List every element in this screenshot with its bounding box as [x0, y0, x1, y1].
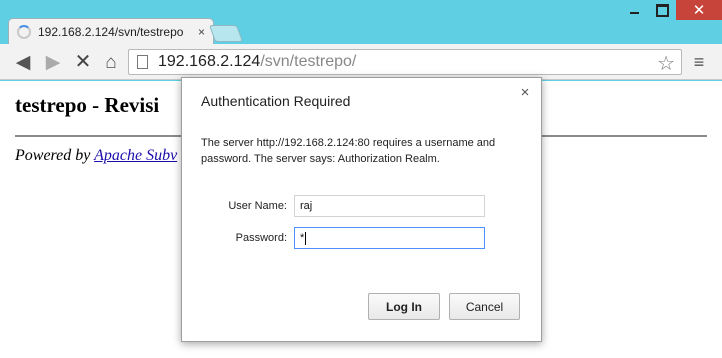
minimize-button[interactable]: [620, 0, 648, 20]
login-button[interactable]: Log In: [368, 293, 440, 320]
url-path: /svn/testrepo/: [260, 53, 357, 70]
home-icon[interactable]: ⌂: [100, 52, 122, 72]
stop-loading-icon[interactable]: ✕: [72, 52, 94, 72]
username-field[interactable]: raj: [294, 195, 485, 217]
maximize-button[interactable]: [648, 0, 676, 20]
browser-toolbar: ◀ ▶ ✕ ⌂ 192.168.2.124/svn/testrepo/ ☆ ≡: [0, 44, 722, 80]
powered-by-prefix: Powered by: [15, 147, 95, 164]
cancel-button[interactable]: Cancel: [449, 293, 520, 320]
url-host: 192.168.2.124: [158, 53, 261, 70]
window-controls: ✕: [620, 0, 722, 24]
dialog-close-icon[interactable]: ×: [518, 84, 532, 101]
tab-close-icon[interactable]: ×: [198, 25, 205, 39]
username-value: raj: [300, 200, 313, 212]
dialog-message: The server http://192.168.2.124:80 requi…: [201, 137, 496, 165]
window-close-button[interactable]: ✕: [676, 0, 722, 20]
password-field[interactable]: *: [294, 227, 485, 249]
text-caret: [305, 231, 307, 245]
bookmark-star-icon[interactable]: ☆: [657, 51, 675, 76]
forward-arrow-icon[interactable]: ▶: [42, 52, 64, 72]
browser-tab[interactable]: 192.168.2.124/svn/testrepo ×: [8, 18, 214, 44]
new-tab-button[interactable]: [208, 25, 244, 42]
apache-subversion-link[interactable]: Apache Subv: [94, 147, 177, 164]
tab-title: 192.168.2.124/svn/testrepo: [38, 24, 184, 39]
username-row: User Name: raj: [182, 195, 485, 217]
password-row: Password: *: [182, 227, 485, 249]
page-heading: testrepo - Revisi: [15, 93, 160, 117]
dialog-title: Authentication Required: [201, 93, 351, 109]
loading-spinner-icon: [17, 24, 31, 39]
address-bar[interactable]: 192.168.2.124/svn/testrepo/ ☆: [128, 49, 682, 75]
title-bar: ✕ 192.168.2.124/svn/testrepo ×: [0, 0, 722, 44]
menu-icon[interactable]: ≡: [688, 52, 710, 72]
page-icon: [137, 55, 148, 69]
powered-by-text: Powered by Apache Subv: [15, 147, 177, 165]
back-arrow-icon[interactable]: ◀: [12, 52, 34, 72]
username-label: User Name:: [228, 200, 287, 212]
password-label: Password:: [235, 232, 287, 244]
auth-dialog: Authentication Required × The server htt…: [181, 77, 542, 342]
password-value: *: [300, 232, 305, 244]
